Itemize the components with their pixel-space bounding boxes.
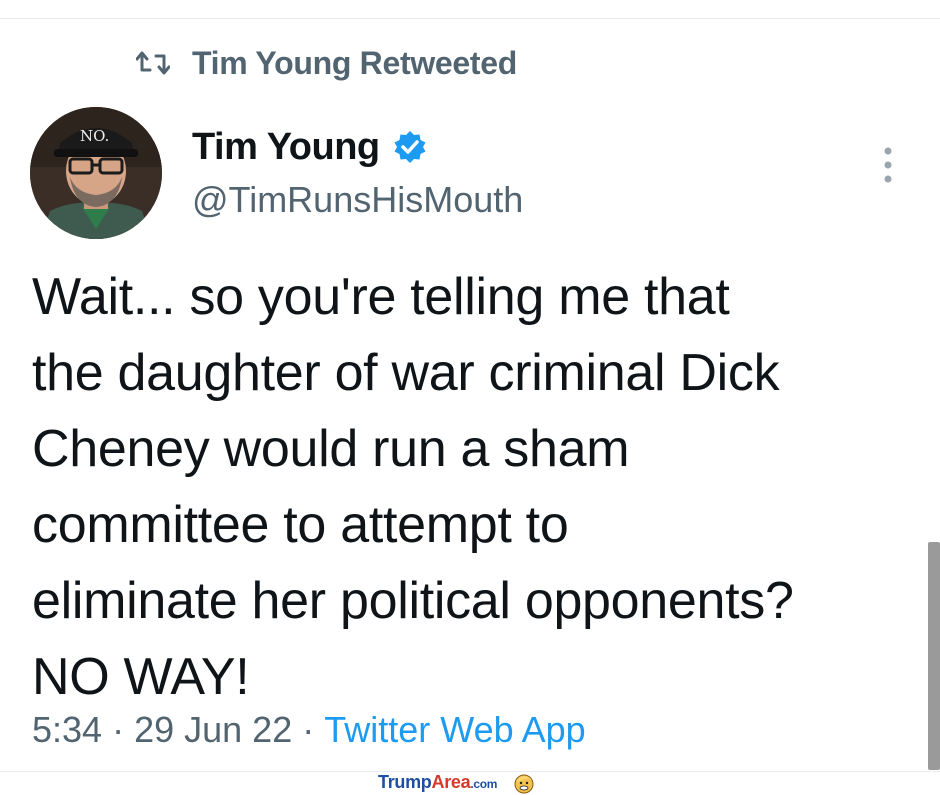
author-handle[interactable]: @TimRunsHisMouth: [192, 179, 523, 221]
tweet-date[interactable]: 29 Jun 22: [134, 709, 292, 751]
tweet-time[interactable]: 5:34: [32, 709, 102, 751]
watermark-brand-c: .com: [470, 777, 498, 791]
hat-text: NO.: [80, 127, 109, 145]
tweet-metadata: 5:34 · 29 Jun 22 · Twitter Web App: [32, 707, 586, 753]
watermark-brand-b: Area: [431, 772, 471, 792]
retweet-label[interactable]: Tim Young Retweeted: [192, 45, 517, 82]
trump-face-logo: [514, 774, 534, 793]
author-name-row[interactable]: Tim Young: [192, 123, 428, 171]
meta-separator: ·: [302, 709, 315, 750]
watermark-text: TrumpArea.com: [378, 772, 497, 793]
scrollbar-thumb[interactable]: [928, 542, 940, 770]
watermark: TrumpArea.com: [378, 770, 535, 795]
retweet-icon: [136, 51, 170, 75]
display-name[interactable]: Tim Young: [192, 126, 380, 169]
watermark-brand-a: Trump: [378, 772, 432, 792]
tweet-card[interactable]: Tim Young Retweeted NO. Tim Young @TimRu…: [0, 18, 940, 772]
verified-badge-icon: [394, 131, 426, 163]
tweet-text: Wait... so you're telling me that the da…: [32, 268, 794, 706]
meta-separator: ·: [112, 709, 125, 750]
avatar-photo: NO.: [30, 107, 162, 239]
more-vertical-icon[interactable]: [876, 143, 900, 187]
avatar[interactable]: NO.: [30, 107, 162, 239]
tweet-source-link[interactable]: Twitter Web App: [324, 709, 585, 751]
retweet-indicator[interactable]: Tim Young Retweeted: [136, 43, 517, 83]
